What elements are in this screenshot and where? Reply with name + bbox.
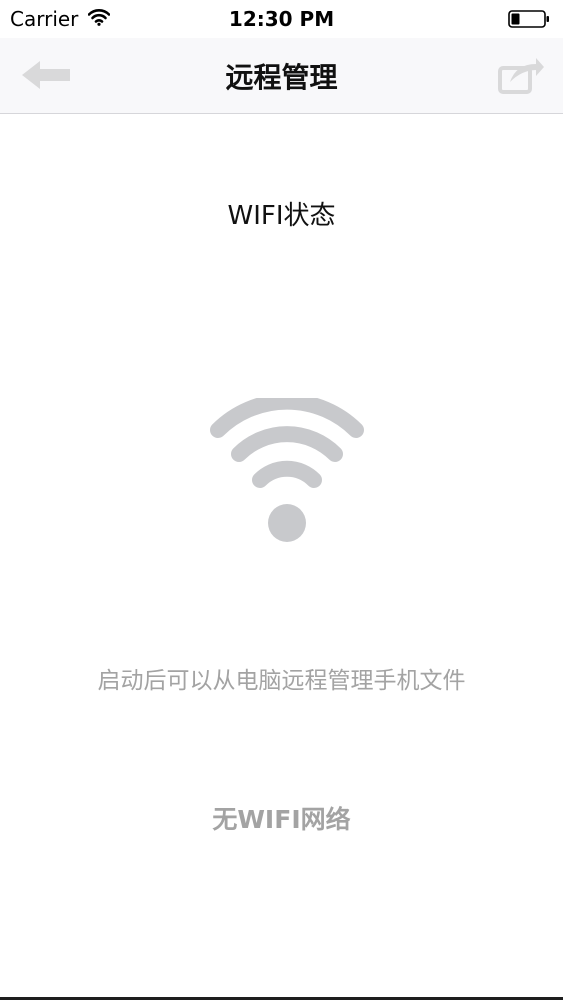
section-title: WIFI状态 xyxy=(227,201,336,231)
navigation-bar: 远程管理 xyxy=(0,38,563,114)
wifi-icon xyxy=(210,398,364,542)
status-time: 12:30 PM xyxy=(228,7,335,31)
screen: Carrier 12:30 PM 远程管理 WIFI状态 启动后可以从电脑远程管… xyxy=(0,0,563,1000)
share-icon[interactable] xyxy=(496,56,546,94)
page-title: 远程管理 xyxy=(225,61,338,94)
status-bar: Carrier 12:30 PM xyxy=(0,0,563,38)
description-text: 启动后可以从电脑远程管理手机文件 xyxy=(97,668,466,694)
network-status-label: 无WIFI网络 xyxy=(212,805,351,834)
battery-icon xyxy=(508,10,549,28)
